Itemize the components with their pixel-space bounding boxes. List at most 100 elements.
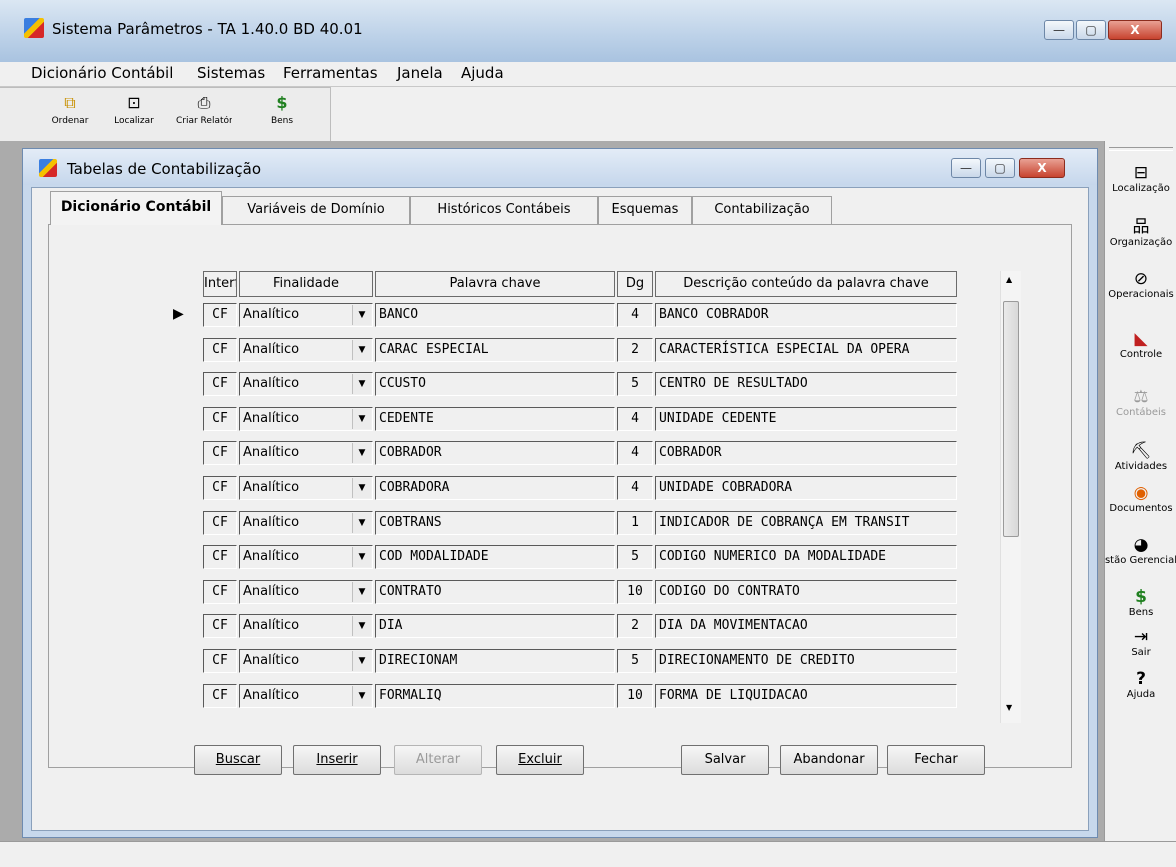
cell-dg[interactable]: 5	[617, 545, 653, 570]
dropdown-arrow-icon[interactable]: ▼	[352, 374, 371, 395]
toolbar-criar-relatorio-button[interactable]: ⎙ Criar Relatório	[176, 94, 232, 127]
cell-palavra[interactable]: COBTRANS	[375, 510, 615, 535]
cell-descricao[interactable]: DIRECIONAMENTO DE CREDITO	[655, 649, 957, 673]
sidebar-item-sair[interactable]: ⇥ Sair	[1105, 627, 1176, 658]
tab-historicos-contabeis[interactable]: Históricos Contábeis	[410, 196, 598, 224]
tab-dicionario-contabil[interactable]: Dicionário Contábil	[50, 191, 222, 225]
cell-finalidade[interactable]: Analítico ▼	[239, 406, 373, 431]
sidebar-item-localizacao[interactable]: ⊟ Localização	[1105, 163, 1176, 194]
sidebar-item-ajuda[interactable]: ? Ajuda	[1105, 669, 1176, 700]
cell-descricao[interactable]: CODIGO DO CONTRATO	[655, 579, 957, 604]
cell-dg[interactable]: 4	[617, 441, 653, 466]
cell-interf[interactable]: CF	[203, 649, 237, 673]
dropdown-arrow-icon[interactable]: ▼	[352, 408, 371, 429]
cell-palavra[interactable]: DIRECIONAM	[375, 649, 615, 673]
cell-palavra[interactable]: CARAC ESPECIAL	[375, 337, 615, 362]
minimize-button[interactable]: —	[1044, 20, 1074, 40]
scrollbar-thumb[interactable]	[1003, 301, 1019, 537]
cell-descricao[interactable]: INDICADOR DE COBRANÇA EM TRANSIT	[655, 510, 957, 535]
table-row[interactable]: CF Analítico ▼ FORMALIQ 10 FORMA DE LIQUIDACA…	[195, 678, 985, 712]
dropdown-arrow-icon[interactable]: ▼	[352, 305, 371, 325]
buscar-button[interactable]: Buscar	[194, 745, 282, 775]
cell-palavra[interactable]: COD MODALIDADE	[375, 545, 615, 570]
cell-interf[interactable]: CF	[203, 476, 237, 500]
menu-dicionario-contabil[interactable]: Dicionário Contábil	[31, 64, 173, 82]
cell-palavra[interactable]: COBRADORA	[375, 476, 615, 500]
cell-interf[interactable]: CF	[203, 614, 237, 639]
cell-finalidade[interactable]: Analítico ▼	[239, 649, 373, 673]
dropdown-arrow-icon[interactable]: ▼	[352, 651, 371, 671]
table-row[interactable]: CF Analítico ▼ COD MODALIDADE 5 CODIGO NUMERI…	[195, 539, 985, 573]
cell-dg[interactable]: 4	[617, 476, 653, 500]
cell-finalidade[interactable]: Analítico ▼	[239, 545, 373, 570]
table-row[interactable]: CF Analítico ▼ DIA 2 DIA DA MOVIMENTACAO	[195, 608, 985, 642]
dropdown-arrow-icon[interactable]: ▼	[352, 339, 371, 360]
cell-dg[interactable]: 4	[617, 406, 653, 431]
cell-dg[interactable]: 4	[617, 303, 653, 327]
cell-interf[interactable]: CF	[203, 406, 237, 431]
cell-descricao[interactable]: FORMA DE LIQUIDACAO	[655, 683, 957, 708]
cell-interf[interactable]: CF	[203, 372, 237, 397]
cell-descricao[interactable]: COBRADOR	[655, 441, 957, 466]
dropdown-arrow-icon[interactable]: ▼	[352, 581, 371, 602]
cell-finalidade[interactable]: Analítico ▼	[239, 476, 373, 500]
cell-interf[interactable]: CF	[203, 441, 237, 466]
cell-palavra[interactable]: DIA	[375, 614, 615, 639]
dropdown-arrow-icon[interactable]: ▼	[352, 685, 371, 706]
child-close-button[interactable]: X	[1019, 158, 1065, 178]
cell-palavra[interactable]: FORMALIQ	[375, 683, 615, 708]
cell-palavra[interactable]: BANCO	[375, 303, 615, 327]
toolbar-localizar-button[interactable]: ⊡ Localizar	[104, 94, 164, 127]
table-row[interactable]: CF Analítico ▼ CARAC ESPECIAL 2 CARACTERÍSTIC…	[195, 332, 985, 366]
cell-palavra[interactable]: COBRADOR	[375, 441, 615, 466]
toolbar-bens-button[interactable]: $ Bens	[252, 94, 312, 127]
cell-dg[interactable]: 1	[617, 510, 653, 535]
cell-interf[interactable]: CF	[203, 579, 237, 604]
sidebar-item-bens[interactable]: $ Bens	[1105, 587, 1176, 618]
cell-interf[interactable]: CF	[203, 303, 237, 327]
menu-sistemas[interactable]: Sistemas	[197, 64, 265, 82]
cell-interf[interactable]: CF	[203, 337, 237, 362]
child-maximize-button[interactable]: ▢	[985, 158, 1015, 178]
cell-interf[interactable]: CF	[203, 683, 237, 708]
table-row[interactable]: CF Analítico ▼ CONTRATO 10 CODIGO DO CONTRATO	[195, 574, 985, 608]
sidebar-item-operacionais[interactable]: ⊘ Operacionais	[1105, 269, 1176, 300]
abandonar-button[interactable]: Abandonar	[780, 745, 878, 775]
cell-descricao[interactable]: CENTRO DE RESULTADO	[655, 372, 957, 397]
scroll-up-icon[interactable]: ▲	[1006, 275, 1012, 284]
toolbar-ordenar-button[interactable]: ⧉ Ordenar	[40, 94, 100, 127]
cell-finalidade[interactable]: Analítico ▼	[239, 303, 373, 327]
tab-contabilizacao[interactable]: Contabilização	[692, 196, 832, 224]
sidebar-item-organizacao[interactable]: 品 Organização	[1105, 217, 1176, 248]
cell-finalidade[interactable]: Analítico ▼	[239, 441, 373, 466]
child-minimize-button[interactable]: —	[951, 158, 981, 178]
cell-descricao[interactable]: DIA DA MOVIMENTACAO	[655, 614, 957, 639]
table-row[interactable]: CF Analítico ▼ COBRADORA 4 UNIDADE COBRADORA	[195, 470, 985, 504]
sidebar-item-documentos[interactable]: ◉ Documentos	[1105, 483, 1176, 514]
cell-finalidade[interactable]: Analítico ▼	[239, 579, 373, 604]
table-row[interactable]: ▶ CF Analítico ▼ BANCO 4 BANCO COBRADOR	[173, 297, 985, 331]
cell-finalidade[interactable]: Analítico ▼	[239, 337, 373, 362]
dropdown-arrow-icon[interactable]: ▼	[352, 478, 371, 498]
cell-dg[interactable]: 5	[617, 372, 653, 397]
cell-dg[interactable]: 5	[617, 649, 653, 673]
sidebar-item-contabeis[interactable]: ⚖ Contábeis	[1105, 387, 1176, 418]
cell-finalidade[interactable]: Analítico ▼	[239, 683, 373, 708]
table-row[interactable]: CF Analítico ▼ CCUSTO 5 CENTRO DE RESULTADO	[195, 366, 985, 400]
cell-interf[interactable]: CF	[203, 545, 237, 570]
dropdown-arrow-icon[interactable]: ▼	[352, 512, 371, 533]
excluir-button[interactable]: Excluir	[496, 745, 584, 775]
inserir-button[interactable]: Inserir	[293, 745, 381, 775]
dropdown-arrow-icon[interactable]: ▼	[352, 443, 371, 464]
sidebar-item-atividades[interactable]: ⛏ Atividades	[1105, 441, 1176, 472]
cell-descricao[interactable]: CODIGO NUMERICO DA MODALIDADE	[655, 545, 957, 570]
cell-interf[interactable]: CF	[203, 510, 237, 535]
cell-descricao[interactable]: CARACTERÍSTICA ESPECIAL DA OPERA	[655, 337, 957, 362]
cell-palavra[interactable]: CONTRATO	[375, 579, 615, 604]
cell-descricao[interactable]: UNIDADE CEDENTE	[655, 406, 957, 431]
cell-dg[interactable]: 2	[617, 614, 653, 639]
maximize-button[interactable]: ▢	[1076, 20, 1106, 40]
cell-finalidade[interactable]: Analítico ▼	[239, 510, 373, 535]
alterar-button[interactable]: Alterar	[394, 745, 482, 775]
cell-finalidade[interactable]: Analítico ▼	[239, 372, 373, 397]
